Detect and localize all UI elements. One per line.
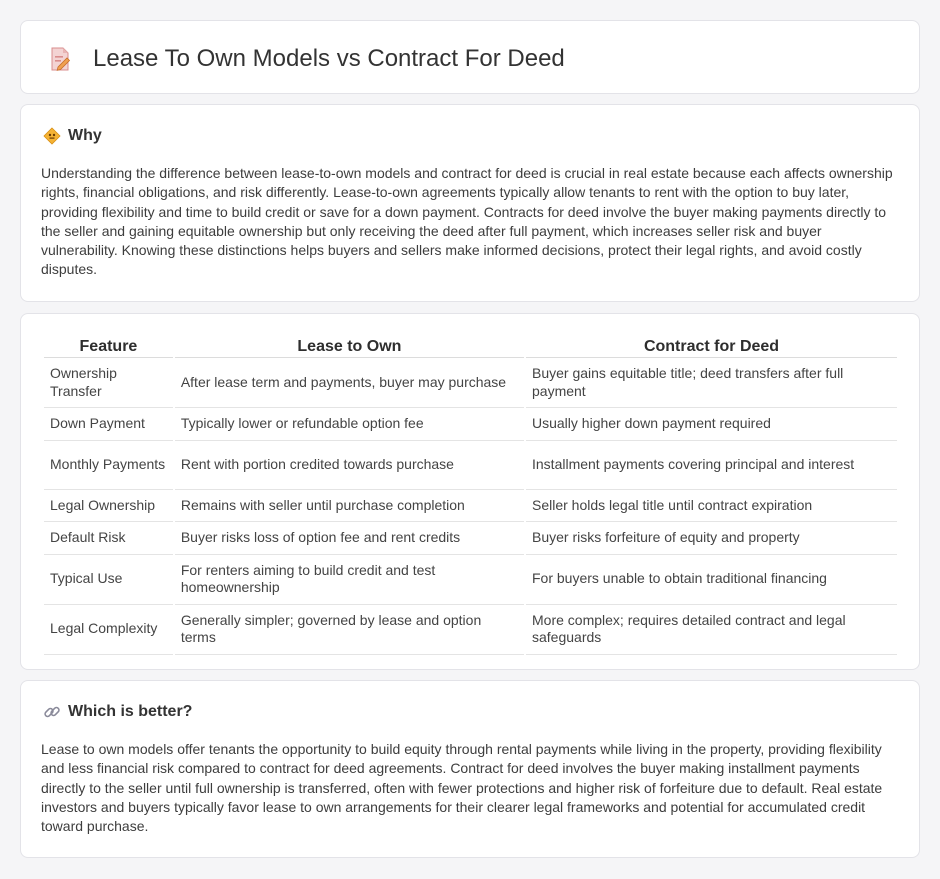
table-row: Down Payment Typically lower or refundab… [44,408,897,441]
table-row: Typical Use For renters aiming to build … [44,555,897,605]
feature-cell: Ownership Transfer [44,358,173,408]
better-header: Which is better? [43,703,192,721]
table-row: Legal Ownership Remains with seller unti… [44,490,897,522]
page-title: Lease To Own Models vs Contract For Deed [93,45,565,72]
contract-for-deed-cell: Installment payments covering principal … [526,441,897,490]
contract-for-deed-cell: More complex; requires detailed contract… [526,605,897,655]
better-heading: Which is better? [68,703,193,720]
column-header-contract-for-deed: Contract for Deed [526,336,897,358]
table-row: Monthly Payments Rent with portion credi… [44,441,897,490]
diamond-warning-icon [43,127,61,145]
edit-document-icon [51,47,71,71]
contract-for-deed-cell: Buyer gains equitable title; deed transf… [526,358,897,408]
contract-for-deed-cell: For buyers unable to obtain traditional … [526,555,897,605]
contract-for-deed-cell: Seller holds legal title until contract … [526,490,897,522]
better-body: Lease to own models offer tenants the op… [41,741,883,835]
title-card: Lease To Own Models vs Contract For Deed [20,20,920,94]
link-icon [44,706,60,718]
title-row: Lease To Own Models vs Contract For Deed [47,45,565,73]
feature-cell: Typical Use [44,555,173,605]
table-row: Ownership Transfer After lease term and … [44,358,897,408]
contract-for-deed-cell: Buyer risks forfeiture of equity and pro… [526,522,897,555]
table-row: Legal Complexity Generally simpler; gove… [44,605,897,655]
feature-cell: Legal Complexity [44,605,173,655]
lease-to-own-cell: Rent with portion credited towards purch… [174,441,524,490]
lease-to-own-cell: For renters aiming to build credit and t… [174,555,524,605]
feature-cell: Default Risk [44,522,173,555]
lease-to-own-cell: Buyer risks loss of option fee and rent … [174,522,524,555]
contract-for-deed-cell: Usually higher down payment required [526,408,897,441]
lease-to-own-cell: Generally simpler; governed by lease and… [174,605,524,655]
why-header: Why [43,127,102,145]
why-heading: Why [68,127,102,144]
table-row: Default Risk Buyer risks loss of option … [44,522,897,555]
comparison-table: Feature Lease to Own Contract for Deed O… [42,336,899,655]
lease-to-own-cell: Typically lower or refundable option fee [174,408,524,441]
lease-to-own-cell: After lease term and payments, buyer may… [174,358,524,408]
which-is-better-section: Which is better? Lease to own models off… [20,680,920,858]
feature-cell: Down Payment [44,408,173,441]
why-section: Why Understanding the difference between… [20,104,920,302]
feature-cell: Monthly Payments [44,441,173,490]
column-header-lease-to-own: Lease to Own [174,336,524,358]
lease-to-own-cell: Remains with seller until purchase compl… [174,490,524,522]
why-body: Understanding the difference between lea… [41,165,893,278]
column-header-feature: Feature [44,336,173,358]
table-header-row: Feature Lease to Own Contract for Deed [44,336,897,358]
feature-cell: Legal Ownership [44,490,173,522]
comparison-section: Feature Lease to Own Contract for Deed O… [20,313,920,670]
